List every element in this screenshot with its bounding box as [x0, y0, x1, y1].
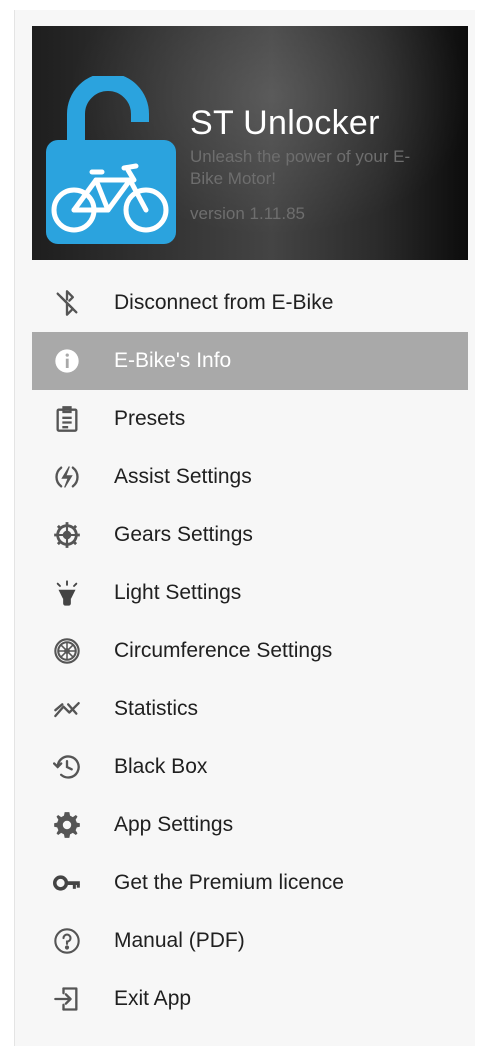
menu-item-label: Get the Premium licence [114, 871, 344, 894]
menu-item-gears-settings[interactable]: Gears Settings [32, 506, 468, 564]
menu-item-label: Assist Settings [114, 465, 252, 488]
menu-item-label: Disconnect from E-Bike [114, 291, 334, 314]
drawer-menu: Disconnect from E-Bike E-Bike's Info Pre… [32, 274, 468, 1028]
key-icon [52, 868, 82, 898]
menu-item-label: Circumference Settings [114, 639, 333, 662]
history-icon [52, 752, 82, 782]
padlock-bicycle-icon [46, 76, 176, 244]
exit-icon [52, 984, 82, 1014]
info-icon [52, 346, 82, 376]
drawer-header: ST Unlocker Unleash the power of your E-… [32, 26, 468, 260]
menu-item-label: Presets [114, 407, 186, 430]
menu-item-label: E-Bike's Info [114, 349, 232, 372]
clipboard-list-icon [52, 404, 82, 434]
menu-item-manual-pdf[interactable]: Manual (PDF) [32, 912, 468, 970]
menu-item-light-settings[interactable]: Light Settings [32, 564, 468, 622]
menu-item-statistics[interactable]: Statistics [32, 680, 468, 738]
menu-item-app-settings[interactable]: App Settings [32, 796, 468, 854]
menu-item-label: Gears Settings [114, 523, 253, 546]
menu-item-ebike-info[interactable]: E-Bike's Info [32, 332, 468, 390]
menu-item-label: Statistics [114, 697, 199, 720]
menu-item-label: Light Settings [114, 581, 242, 604]
app-title: ST Unlocker [190, 104, 380, 142]
menu-item-label: Black Box [114, 755, 208, 778]
menu-item-exit-app[interactable]: Exit App [32, 970, 468, 1028]
menu-item-circumference-settings[interactable]: Circumference Settings [32, 622, 468, 680]
settings-cog-icon [52, 810, 82, 840]
menu-item-premium-licence[interactable]: Get the Premium licence [32, 854, 468, 912]
menu-item-label: Exit App [114, 987, 192, 1010]
trend-chart-icon [52, 694, 82, 724]
wheel-icon [52, 636, 82, 666]
menu-item-label: App Settings [114, 813, 234, 836]
gear-wheel-icon [52, 520, 82, 550]
app-tagline: Unleash the power of your E-Bike Motor! [190, 147, 411, 188]
help-circle-icon [52, 926, 82, 956]
bluetooth-disabled-icon [52, 288, 82, 318]
menu-item-presets[interactable]: Presets [32, 390, 468, 448]
menu-item-disconnect[interactable]: Disconnect from E-Bike [32, 274, 468, 332]
menu-item-black-box[interactable]: Black Box [32, 738, 468, 796]
menu-item-assist-settings[interactable]: Assist Settings [32, 448, 468, 506]
lamp-icon [52, 578, 82, 608]
app-version: version 1.11.85 [190, 204, 305, 223]
menu-item-label: Manual (PDF) [114, 929, 245, 952]
lightning-circle-icon [52, 462, 82, 492]
